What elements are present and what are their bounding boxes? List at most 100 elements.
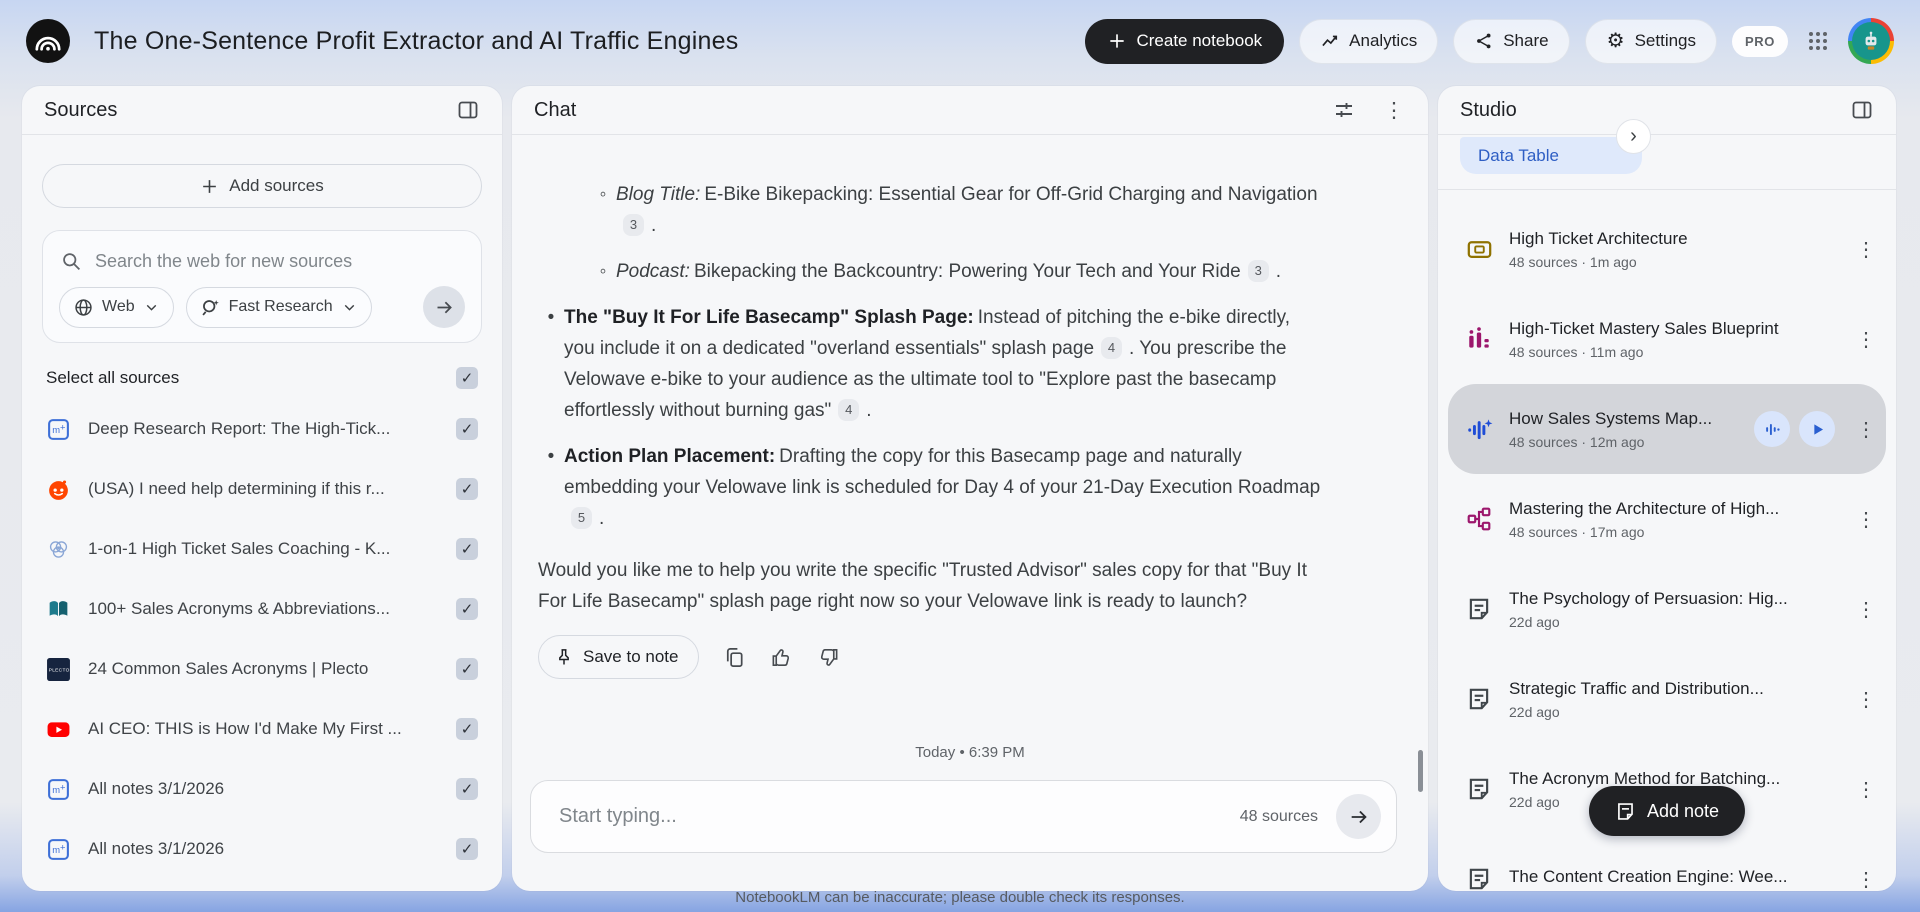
play-icon[interactable] [1799, 411, 1835, 447]
svg-text:+: + [60, 782, 65, 792]
report-icon [1464, 594, 1494, 624]
studio-row[interactable]: High-Ticket Mastery Sales Blueprint48 so… [1448, 294, 1886, 384]
analytics-icon [1320, 31, 1340, 51]
more-options-icon[interactable]: ⋮ [1852, 595, 1880, 623]
studio-row[interactable]: Mastering the Architecture of High...48 … [1448, 474, 1886, 564]
studio-row[interactable]: Strategic Traffic and Distribution...22d… [1448, 654, 1886, 744]
bullet-label: Blog Title: [616, 184, 700, 205]
more-options-icon[interactable]: ⋮ [1382, 98, 1406, 122]
settings-button[interactable]: ⚙ Settings [1585, 19, 1717, 64]
studio-output-strip: Data Table › [1438, 135, 1896, 190]
more-options-icon[interactable]: ⋮ [1852, 235, 1880, 263]
analytics-button[interactable]: Analytics [1299, 19, 1438, 64]
source-checkbox[interactable]: ✓ [456, 778, 478, 800]
save-to-note-button[interactable]: Save to note [538, 635, 699, 679]
citation-chip[interactable]: 4 [1101, 337, 1122, 359]
collapse-panel-icon[interactable] [1850, 98, 1874, 122]
thumbs-up-icon[interactable] [770, 646, 793, 669]
source-row[interactable]: 100+ Sales Acronyms & Abbreviations... ✓ [42, 579, 482, 639]
chat-bullet: • The "Buy It For Life Basecamp" Splash … [538, 302, 1324, 426]
thumbs-down-icon[interactable] [817, 646, 840, 669]
bullet-label: Action Plan Placement: [564, 446, 775, 467]
create-notebook-button[interactable]: Create notebook [1085, 19, 1284, 64]
studio-row[interactable]: The Psychology of Persuasion: Hig...22d … [1448, 564, 1886, 654]
interactive-mode-icon[interactable] [1754, 411, 1790, 447]
source-checkbox[interactable]: ✓ [456, 418, 478, 440]
citation-chip[interactable]: 5 [571, 507, 592, 529]
more-options-icon[interactable]: ⋮ [1852, 415, 1880, 443]
chat-title: Chat [534, 99, 576, 122]
select-all-checkbox[interactable]: ✓ [456, 367, 478, 389]
citation-chip[interactable]: 3 [1248, 260, 1269, 282]
row-actions [1754, 411, 1835, 447]
source-row[interactable]: (USA) I need help determining if this r.… [42, 459, 482, 519]
chat-input[interactable] [559, 805, 1222, 828]
venn-diagram-icon [46, 537, 71, 562]
source-row[interactable]: 1-on-1 High Ticket Sales Coaching - K...… [42, 519, 482, 579]
copy-icon[interactable] [723, 646, 746, 669]
chat-closing-question: Would you like me to help you write the … [538, 555, 1324, 617]
source-checkbox[interactable]: ✓ [456, 838, 478, 860]
chat-scrollbar-thumb[interactable] [1418, 750, 1423, 792]
more-options-icon[interactable]: ⋮ [1852, 685, 1880, 713]
source-row[interactable]: PLECTO 24 Common Sales Acronyms | Plecto… [42, 639, 482, 699]
studio-row[interactable]: High Ticket Architecture48 sources · 1m … [1448, 204, 1886, 294]
citation-chip[interactable]: 4 [838, 399, 859, 421]
share-button[interactable]: Share [1453, 19, 1569, 64]
search-submit-button[interactable] [423, 286, 465, 328]
studio-row[interactable]: The Content Creation Engine: Wee... ⋮ [1448, 834, 1886, 891]
more-options-icon[interactable]: ⋮ [1852, 325, 1880, 353]
report-icon [1464, 684, 1494, 714]
chevron-right-icon[interactable]: › [1616, 119, 1651, 154]
select-all-row: Select all sources ✓ [42, 343, 482, 395]
studio-row-selected[interactable]: How Sales Systems Map...48 sources · 12m… [1448, 384, 1886, 474]
report-icon [1464, 864, 1494, 891]
notebooklm-logo-icon[interactable] [26, 19, 70, 63]
studio-panel: Studio Data Table › High Ticket Architec… [1438, 86, 1896, 891]
more-options-icon[interactable]: ⋮ [1852, 775, 1880, 803]
chat-bullet: • Action Plan Placement:Drafting the cop… [538, 441, 1324, 534]
gear-icon: ⚙ [1606, 31, 1626, 51]
source-checkbox[interactable]: ✓ [456, 598, 478, 620]
add-sources-button[interactable]: Add sources [42, 164, 482, 208]
chevron-down-icon [341, 299, 358, 316]
citation-chip[interactable]: 3 [623, 214, 644, 236]
header-actions: Create notebook Analytics Share ⚙ Settin… [1085, 18, 1894, 64]
avatar[interactable] [1848, 18, 1894, 64]
data-table-chip[interactable]: Data Table [1460, 137, 1642, 174]
apps-grid-icon[interactable] [1803, 26, 1833, 56]
sources-panel: Sources Add sources Web Fast [22, 86, 502, 891]
arrow-right-icon [1348, 806, 1370, 828]
chat-input-bar: 48 sources [530, 780, 1397, 853]
disclaimer-text: NotebookLM can be inaccurate; please dou… [0, 889, 1920, 906]
collapse-panel-icon[interactable] [456, 98, 480, 122]
research-mode-dropdown[interactable]: Fast Research [186, 287, 372, 328]
source-checkbox[interactable]: ✓ [456, 658, 478, 680]
avatar-image [1852, 22, 1890, 60]
web-search-input[interactable] [95, 251, 463, 272]
notebook-title[interactable]: The One-Sentence Profit Extractor and AI… [94, 27, 738, 56]
chat-sub-bullet: ◦ Podcast:Bikepacking the Backcountry: P… [590, 256, 1324, 287]
source-row[interactable]: m+ Deep Research Report: The High-Tick..… [42, 399, 482, 459]
svg-text:PLECTO: PLECTO [49, 667, 70, 673]
more-options-icon[interactable]: ⋮ [1852, 505, 1880, 533]
plus-icon [1107, 31, 1127, 51]
send-button[interactable] [1336, 794, 1381, 839]
add-note-button[interactable]: Add note [1589, 786, 1745, 836]
more-options-icon[interactable]: ⋮ [1852, 865, 1880, 891]
svg-text:m: m [52, 785, 60, 795]
source-checkbox[interactable]: ✓ [456, 478, 478, 500]
source-row[interactable]: m+ All notes 3/1/2026 ✓ [42, 819, 482, 879]
web-scope-dropdown[interactable]: Web [59, 287, 174, 328]
chat-settings-icon[interactable] [1332, 98, 1356, 122]
source-checkbox[interactable]: ✓ [456, 538, 478, 560]
bullet-label: The "Buy It For Life Basecamp" Splash Pa… [564, 307, 974, 328]
source-checkbox[interactable]: ✓ [456, 718, 478, 740]
flashcards-icon [1464, 234, 1494, 264]
note-add-icon [1615, 801, 1636, 822]
sources-title: Sources [44, 99, 117, 122]
studio-header: Studio [1438, 86, 1896, 135]
source-row[interactable]: m+ All notes 3/1/2026 ✓ [42, 759, 482, 819]
source-row[interactable]: AI CEO: THIS is How I'd Make My First ..… [42, 699, 482, 759]
report-icon [1464, 774, 1494, 804]
